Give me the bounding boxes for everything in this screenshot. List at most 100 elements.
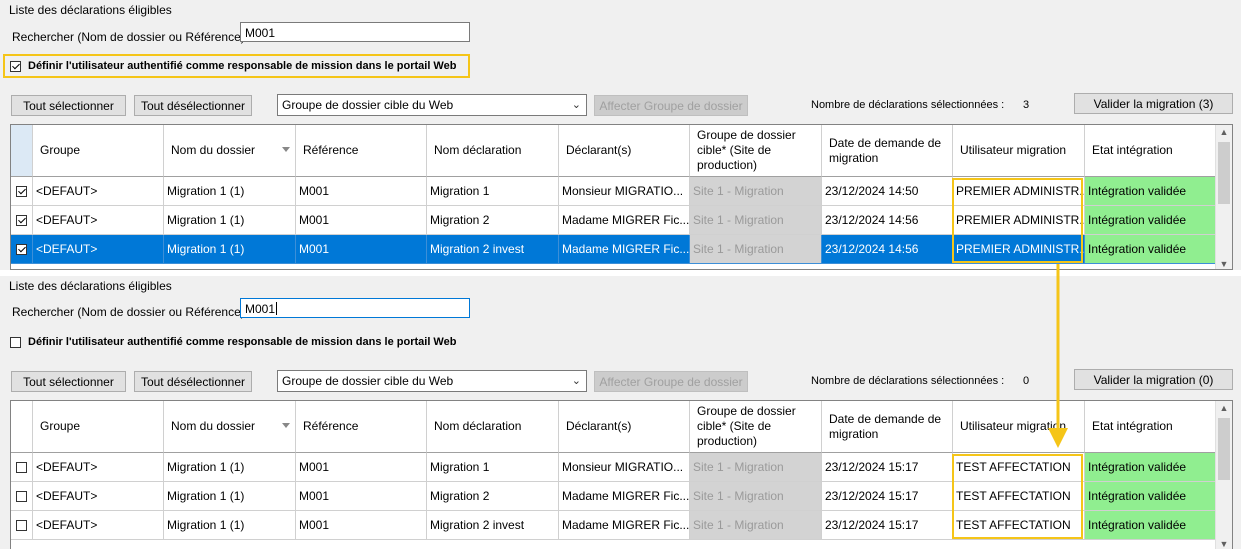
scrollbar-thumb[interactable]: [1218, 418, 1230, 480]
row-checkbox-cell[interactable]: [11, 235, 33, 264]
responsible-checkbox-row[interactable]: Définir l'utilisateur authentifié comme …: [10, 336, 456, 348]
row-checkbox[interactable]: [16, 490, 27, 502]
cell-declarant[interactable]: Madame MIGRER Fic...: [559, 206, 690, 235]
cell-declarant[interactable]: Monsieur MIGRATIO...: [559, 453, 690, 482]
cell-groupe[interactable]: <DEFAUT>: [33, 482, 164, 511]
col-etat[interactable]: Etat intégration: [1085, 401, 1218, 453]
cell-ref[interactable]: M001: [296, 235, 427, 264]
cell-etat[interactable]: Intégration validée: [1085, 511, 1218, 540]
row-checkbox[interactable]: [16, 185, 27, 197]
col-reference[interactable]: Référence: [296, 125, 427, 177]
col-nom-declaration[interactable]: Nom déclaration: [427, 401, 559, 453]
cell-declaration[interactable]: Migration 2: [427, 482, 559, 511]
cell-date[interactable]: 23/12/2024 15:17: [822, 482, 953, 511]
chevron-up-icon[interactable]: ▲: [1216, 403, 1232, 413]
cell-declaration[interactable]: Migration 2 invest: [427, 511, 559, 540]
cell-nom[interactable]: Migration 1 (1): [164, 206, 296, 235]
row-checkbox-cell[interactable]: [11, 453, 33, 482]
cell-site[interactable]: Site 1 - Migration: [690, 206, 822, 235]
chevron-down-icon[interactable]: ▼: [1216, 539, 1232, 549]
cell-nom[interactable]: Migration 1 (1): [164, 511, 296, 540]
cell-ref[interactable]: M001: [296, 511, 427, 540]
cell-date[interactable]: 23/12/2024 14:56: [822, 206, 953, 235]
row-checkbox[interactable]: [16, 519, 27, 531]
cell-etat[interactable]: Intégration validée: [1085, 177, 1218, 206]
col-nom-dossier[interactable]: Nom du dossier: [164, 401, 296, 453]
row-checkbox[interactable]: [16, 243, 27, 255]
cell-ref[interactable]: M001: [296, 177, 427, 206]
col-declarants[interactable]: Déclarant(s): [559, 401, 690, 453]
col-site[interactable]: Groupe de dossier cible* (Site de produc…: [690, 125, 822, 177]
select-all-button[interactable]: Tout sélectionner: [11, 95, 126, 116]
chevron-up-icon[interactable]: ▲: [1216, 127, 1232, 137]
row-checkbox-cell[interactable]: [11, 177, 33, 206]
cell-groupe[interactable]: <DEFAUT>: [33, 235, 164, 264]
deselect-all-button[interactable]: Tout désélectionner: [134, 371, 252, 392]
col-reference[interactable]: Référence: [296, 401, 427, 453]
assign-group-button[interactable]: Affecter Groupe de dossier: [594, 371, 748, 392]
row-checkbox-cell[interactable]: [11, 482, 33, 511]
cell-declarant[interactable]: Monsieur MIGRATIO...: [559, 177, 690, 206]
select-all-button[interactable]: Tout sélectionner: [11, 371, 126, 392]
cell-nom[interactable]: Migration 1 (1): [164, 177, 296, 206]
cell-etat[interactable]: Intégration validée: [1085, 206, 1218, 235]
col-groupe[interactable]: Groupe: [33, 401, 164, 453]
vertical-scrollbar[interactable]: ▲ ▼: [1215, 125, 1232, 269]
group-select[interactable]: Groupe de dossier cible du Web ⌄: [277, 370, 587, 392]
cell-site[interactable]: Site 1 - Migration: [690, 511, 822, 540]
cell-groupe[interactable]: <DEFAUT>: [33, 453, 164, 482]
cell-groupe[interactable]: <DEFAUT>: [33, 177, 164, 206]
col-date[interactable]: Date de demande de migration: [822, 125, 953, 177]
chevron-down-icon[interactable]: ▼: [1216, 259, 1232, 269]
row-checkbox-cell[interactable]: [11, 511, 33, 540]
cell-declarant[interactable]: Madame MIGRER Fic...: [559, 235, 690, 264]
col-date[interactable]: Date de demande de migration: [822, 401, 953, 453]
col-etat[interactable]: Etat intégration: [1085, 125, 1218, 177]
scrollbar-thumb[interactable]: [1218, 142, 1230, 204]
group-select[interactable]: Groupe de dossier cible du Web ⌄: [277, 94, 587, 116]
cell-nom[interactable]: Migration 1 (1): [164, 235, 296, 264]
cell-ref[interactable]: M001: [296, 206, 427, 235]
cell-site[interactable]: Site 1 - Migration: [690, 235, 822, 264]
col-declarants[interactable]: Déclarant(s): [559, 125, 690, 177]
col-groupe[interactable]: Groupe: [33, 125, 164, 177]
cell-etat[interactable]: Intégration validée: [1085, 453, 1218, 482]
cell-date[interactable]: 23/12/2024 14:56: [822, 235, 953, 264]
search-input[interactable]: M001: [240, 298, 470, 318]
responsible-checkbox[interactable]: [10, 336, 21, 348]
cell-etat[interactable]: Intégration validée: [1085, 482, 1218, 511]
col-utilisateur[interactable]: Utilisateur migration: [953, 125, 1085, 177]
search-input[interactable]: M001: [240, 22, 470, 42]
col-nom-dossier[interactable]: Nom du dossier: [164, 125, 296, 177]
deselect-all-button[interactable]: Tout désélectionner: [134, 95, 252, 116]
cell-ref[interactable]: M001: [296, 453, 427, 482]
cell-declarant[interactable]: Madame MIGRER Fic...: [559, 482, 690, 511]
cell-declaration[interactable]: Migration 1: [427, 453, 559, 482]
panel-title: Liste des déclarations éligibles: [9, 279, 172, 293]
row-checkbox[interactable]: [16, 214, 27, 226]
row-checkbox-cell[interactable]: [11, 206, 33, 235]
cell-groupe[interactable]: <DEFAUT>: [33, 206, 164, 235]
col-nom-declaration[interactable]: Nom déclaration: [427, 125, 559, 177]
cell-site[interactable]: Site 1 - Migration: [690, 177, 822, 206]
cell-site[interactable]: Site 1 - Migration: [690, 453, 822, 482]
vertical-scrollbar[interactable]: ▲ ▼: [1215, 401, 1232, 549]
cell-site[interactable]: Site 1 - Migration: [690, 482, 822, 511]
cell-date[interactable]: 23/12/2024 15:17: [822, 453, 953, 482]
cell-date[interactable]: 23/12/2024 14:50: [822, 177, 953, 206]
validate-migration-button[interactable]: Valider la migration (0): [1074, 369, 1233, 390]
cell-groupe[interactable]: <DEFAUT>: [33, 511, 164, 540]
cell-declaration[interactable]: Migration 2 invest: [427, 235, 559, 264]
cell-declaration[interactable]: Migration 1: [427, 177, 559, 206]
col-site[interactable]: Groupe de dossier cible* (Site de produc…: [690, 401, 822, 453]
cell-etat[interactable]: Intégration validée: [1085, 235, 1218, 264]
cell-nom[interactable]: Migration 1 (1): [164, 482, 296, 511]
validate-migration-button[interactable]: Valider la migration (3): [1074, 93, 1233, 114]
cell-declaration[interactable]: Migration 2: [427, 206, 559, 235]
cell-ref[interactable]: M001: [296, 482, 427, 511]
row-checkbox[interactable]: [16, 461, 27, 473]
cell-declarant[interactable]: Madame MIGRER Fic...: [559, 511, 690, 540]
cell-date[interactable]: 23/12/2024 15:17: [822, 511, 953, 540]
cell-nom[interactable]: Migration 1 (1): [164, 453, 296, 482]
assign-group-button[interactable]: Affecter Groupe de dossier: [594, 95, 748, 116]
